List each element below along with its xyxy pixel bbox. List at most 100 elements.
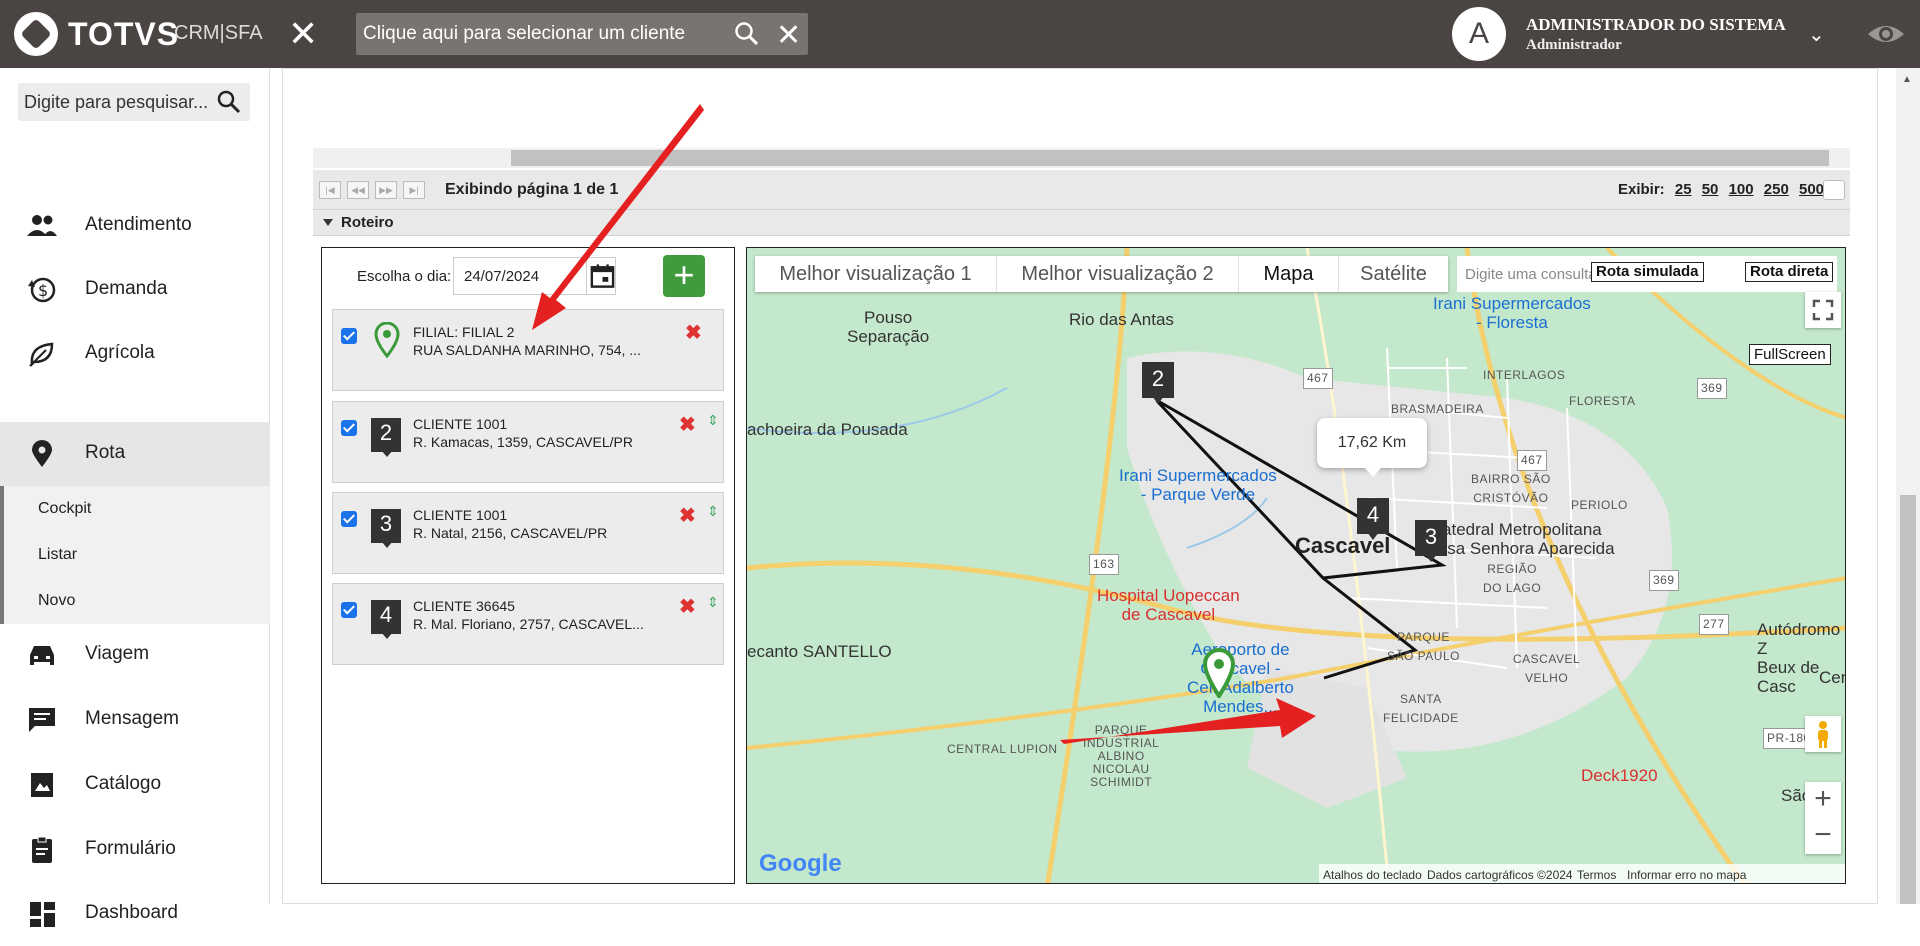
close-menu-icon[interactable]: ✕ [288, 16, 318, 52]
page-size-option[interactable]: 500 [1799, 181, 1824, 198]
stop-checkbox[interactable] [341, 420, 357, 436]
date-value: 24/07/2024 [464, 268, 540, 285]
sidebar-item-viagem[interactable]: Viagem [0, 623, 270, 687]
calendar-icon[interactable] [586, 258, 616, 294]
delete-stop-icon[interactable]: ✖ [679, 594, 696, 619]
stop-marker-badge: 2 [371, 418, 401, 457]
stop-address: R. Mal. Floriano, 2757, CASCAVEL... [413, 616, 644, 632]
clear-icon[interactable]: ✕ [776, 18, 801, 53]
tab-satelite[interactable]: Satélite [1339, 256, 1448, 292]
map-label-deck1920: Deck1920 [1581, 766, 1658, 785]
route-marker[interactable]: 3 [1415, 520, 1447, 562]
delete-stop-icon[interactable]: ✖ [679, 412, 696, 437]
rota-direta-button[interactable]: Rota direta [1745, 262, 1834, 282]
sidebar-item-demanda[interactable]: $ Demanda [0, 258, 270, 322]
delete-stop-icon[interactable]: ✖ [685, 320, 702, 345]
route-map[interactable]: Pouso Separação Rio das Antas Irani Super… [746, 247, 1846, 884]
sidebar-item-catalogo[interactable]: Catálogo [0, 753, 270, 817]
submenu-item-listar[interactable]: Listar [38, 546, 77, 564]
next-page-button[interactable]: ▶▶ [375, 181, 397, 199]
search-icon[interactable] [734, 21, 760, 47]
road-shield: 369 [1649, 570, 1679, 591]
route-stop-2[interactable]: 2 CLIENTE 1001 R. Kamacas, 1359, CASCAVE… [332, 401, 724, 483]
submenu-item-novo[interactable]: Novo [38, 592, 75, 610]
lightbulb-icon[interactable] [1823, 180, 1845, 200]
stop-checkbox[interactable] [341, 511, 357, 527]
eye-icon[interactable] [1866, 18, 1906, 50]
page-size-option[interactable]: 25 [1675, 181, 1692, 198]
route-marker[interactable]: 4 [1357, 498, 1389, 540]
tab-mapa[interactable]: Mapa [1239, 256, 1339, 292]
reorder-icon[interactable]: ⇕ [707, 594, 719, 611]
route-stop-1[interactable]: FILIAL: FILIAL 2 RUA SALDANHA MARINHO, 7… [332, 309, 724, 391]
sidebar-item-atendimento[interactable]: Atendimento [0, 194, 270, 258]
green-route-pin-icon[interactable] [1202, 648, 1236, 698]
scroll-up-icon[interactable]: ▲ [1902, 74, 1912, 85]
totvs-logo-icon [14, 12, 58, 56]
search-icon[interactable] [216, 89, 242, 115]
first-page-button[interactable]: |◀ [319, 181, 341, 199]
map-query-placeholder: Digite uma consulta [1465, 266, 1597, 283]
page-size-option[interactable]: 50 [1702, 181, 1719, 198]
map-label-brasmadeira: BRASMADEIRA [1391, 402, 1484, 416]
roteiro-section-header[interactable]: Roteiro [313, 210, 1850, 236]
stop-marker-badge: 4 [371, 600, 401, 639]
scrollbar-thumb[interactable] [1900, 495, 1916, 904]
collapse-triangle-icon[interactable] [323, 219, 333, 226]
date-input[interactable]: 24/07/2024 [453, 257, 616, 295]
stop-checkbox[interactable] [341, 328, 357, 344]
horizontal-scrollbar[interactable] [313, 148, 1850, 168]
route-stop-3[interactable]: 3 CLIENTE 1001 R. Natal, 2156, CASCAVEL/… [332, 492, 724, 574]
sidebar-item-formulario[interactable]: Formulário [0, 818, 270, 882]
map-label-santello: ecanto SANTELLO [747, 642, 892, 661]
last-page-button[interactable]: ▶| [403, 181, 425, 199]
zoom-in-button[interactable]: + [1805, 782, 1841, 818]
sidebar-item-agricola[interactable]: Agrícola [0, 322, 270, 386]
keyboard-shortcuts-link[interactable]: Atalhos do teclado [1323, 868, 1422, 882]
car-icon [30, 646, 54, 665]
route-stop-4[interactable]: 4 CLIENTE 36645 R. Mal. Floriano, 2757, … [332, 583, 724, 665]
sidebar-item-rota[interactable]: Rota [0, 422, 270, 486]
sidebar-search-input[interactable]: Digite para pesquisar... [18, 83, 250, 121]
map-label-santa-felicidade: SANTA FELICIDADE [1383, 692, 1459, 725]
fullscreen-icon[interactable] [1805, 292, 1841, 328]
report-error-link[interactable]: Informar erro no mapa [1627, 868, 1746, 882]
page-size-option[interactable]: 100 [1729, 181, 1754, 198]
sidebar-item-label: Atendimento [85, 214, 192, 235]
map-label-parque-sao-paulo: PARQUE SÃO PAULO [1387, 630, 1460, 663]
stop-address: RUA SALDANHA MARINHO, 754, ... [413, 342, 641, 358]
sidebar-item-mensagem[interactable]: Mensagem [0, 688, 270, 752]
delete-stop-icon[interactable]: ✖ [679, 503, 696, 528]
road-shield: 369 [1697, 378, 1727, 399]
street-view-pegman-icon[interactable] [1805, 716, 1841, 752]
terms-link[interactable]: Termos [1577, 868, 1616, 882]
map-label-central-lupion: CENTRAL LUPION [947, 742, 1058, 756]
add-stop-button[interactable]: + [663, 255, 705, 297]
rota-simulada-button[interactable]: Rota simulada [1591, 262, 1704, 282]
map-query-input[interactable]: Digite uma consulta Rota simulada Rota d… [1457, 256, 1837, 292]
tab-melhor-visualizacao-1[interactable]: Melhor visualização 1 [755, 256, 997, 292]
vertical-scrollbar[interactable]: ▲ [1896, 68, 1920, 904]
page-status: Exibindo página 1 de 1 [445, 181, 619, 198]
dashboard-icon [30, 902, 55, 927]
scrollbar-thumb[interactable] [511, 150, 1829, 166]
prev-page-button[interactable]: ◀◀ [347, 181, 369, 199]
client-search-input[interactable]: Clique aqui para selecionar um cliente ✕ [356, 13, 808, 55]
fullscreen-button[interactable]: FullScreen [1749, 344, 1831, 365]
sidebar-item-label: Viagem [85, 643, 150, 664]
avatar[interactable]: A [1452, 7, 1506, 61]
submenu-item-cockpit[interactable]: Cockpit [38, 500, 91, 518]
tab-melhor-visualizacao-2[interactable]: Melhor visualização 2 [997, 256, 1239, 292]
sidebar-item-label: Catálogo [85, 773, 162, 794]
page-size-option[interactable]: 250 [1764, 181, 1789, 198]
sidebar-item-dashboard[interactable]: Dashboard [0, 882, 270, 946]
user-name[interactable]: ADMINISTRADOR DO SISTEMA [1526, 15, 1786, 35]
map-label-bairro-sao-cristovao: BAIRRO SÃO CRISTÓVÃO [1471, 472, 1551, 505]
route-marker[interactable]: 2 [1142, 362, 1174, 404]
zoom-out-button[interactable]: − [1805, 818, 1841, 854]
reorder-icon[interactable]: ⇕ [707, 412, 719, 429]
sidebar-item-label: Mensagem [85, 708, 179, 729]
chevron-down-icon[interactable]: ⌄ [1808, 22, 1825, 47]
reorder-icon[interactable]: ⇕ [707, 503, 719, 520]
stop-checkbox[interactable] [341, 602, 357, 618]
